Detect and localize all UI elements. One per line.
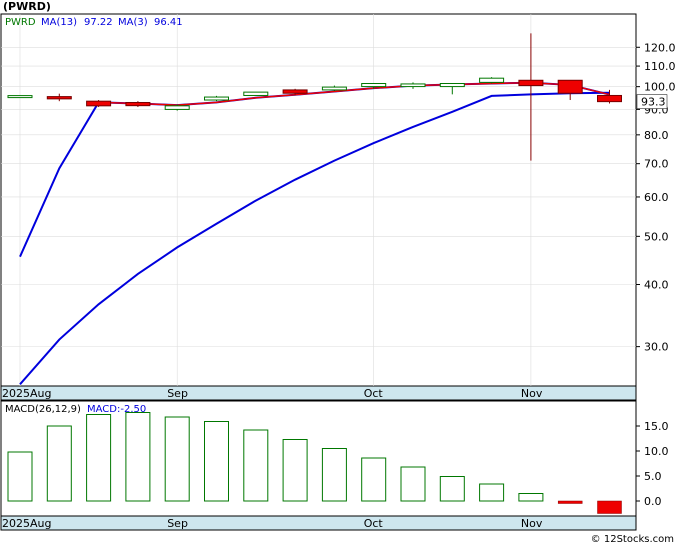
macd-bar [321,448,347,502]
macd-bar [361,457,387,502]
macd-bar [7,451,33,502]
price-y-tick-label: 60.0 [644,191,669,204]
candle-body [164,105,190,110]
macd-x-tick-label: Sep [167,517,188,530]
macd-bar [125,412,151,502]
macd-x-tick-label: Oct [364,517,384,530]
price-legend-ma3-value: 96.41 [154,17,183,28]
macd-bar [400,466,426,502]
macd-y-axis: 15.0 10.0 5.0 0.0 [636,420,669,508]
macd-y-tick-label: 0.0 [644,495,662,508]
candle-body [125,101,151,107]
price-y-tick-label: 80.0 [644,129,669,142]
macd-y-tick-label: 5.0 [644,470,662,483]
macd-bar [597,500,622,514]
price-legend-ma3-label: MA(3) [118,17,148,28]
price-x-tick-label: 2025Aug [2,387,51,400]
macd-bar [557,500,583,504]
price-y-tick-label: 30.0 [644,341,669,354]
candle-body [282,89,308,94]
price-x-tick-label: Oct [364,387,384,400]
candle-body [361,83,387,88]
price-legend-ma13-label: MA(13) [41,17,77,28]
credit-text: © 12Stocks.com [590,534,674,545]
price-y-axis: 120.0110.0100.090.080.070.060.050.040.03… [636,41,676,354]
macd-bar [479,483,505,502]
price-legend-symbol: PWRD [5,17,36,28]
price-y-tick-label: 70.0 [644,158,669,171]
macd-bar [282,439,308,502]
macd-bar [439,476,465,502]
macd-x-tick-label: 2025Aug [2,517,51,530]
macd-bar [164,416,190,502]
price-y-tick-label: 100.0 [644,81,676,94]
price-x-tick-label: Sep [167,387,188,400]
price-y-tick-label: 40.0 [644,279,669,292]
macd-y-tick-label: 10.0 [644,445,669,458]
macd-bar [518,493,544,502]
macd-y-tick-label: 15.0 [644,420,669,433]
candle-body [204,96,229,101]
candle-body [243,91,269,96]
candle-body [86,100,112,107]
candle-body [518,79,544,87]
macd-bar [46,425,72,502]
macd-bar [243,429,269,502]
macd-legend-label: MACD(26,12,9) [5,404,81,415]
candle-body [7,95,33,99]
chart-stage: (PWRD) 120.0 110.0 100.0 90.0 80.0 70.0 60.0 50… [0,0,680,546]
macd-x-tick-label: Nov [521,517,543,530]
candle-body [46,96,72,100]
price-legend-ma13-value: 97.22 [84,17,113,28]
price-y-tick-label: 110.0 [644,60,676,73]
price-panel [0,13,637,401]
last-price-label: 93.3 [641,96,666,109]
macd-bar [86,414,112,502]
chart-svg: 120.0110.0100.090.080.070.060.050.040.03… [0,13,676,531]
candle-body [479,77,505,83]
price-y-tick-label: 120.0 [644,41,676,54]
price-y-tick-label: 50.0 [644,230,669,243]
macd-bar [204,421,229,502]
candle-body [597,94,622,103]
chart-title: (PWRD) [3,0,51,13]
price-x-tick-label: Nov [521,387,543,400]
macd-legend-value: MACD:-2.50 [87,404,146,415]
candle-body [439,83,465,88]
candle-body [400,83,426,88]
candle-body [557,79,583,94]
candle-body [321,86,347,91]
